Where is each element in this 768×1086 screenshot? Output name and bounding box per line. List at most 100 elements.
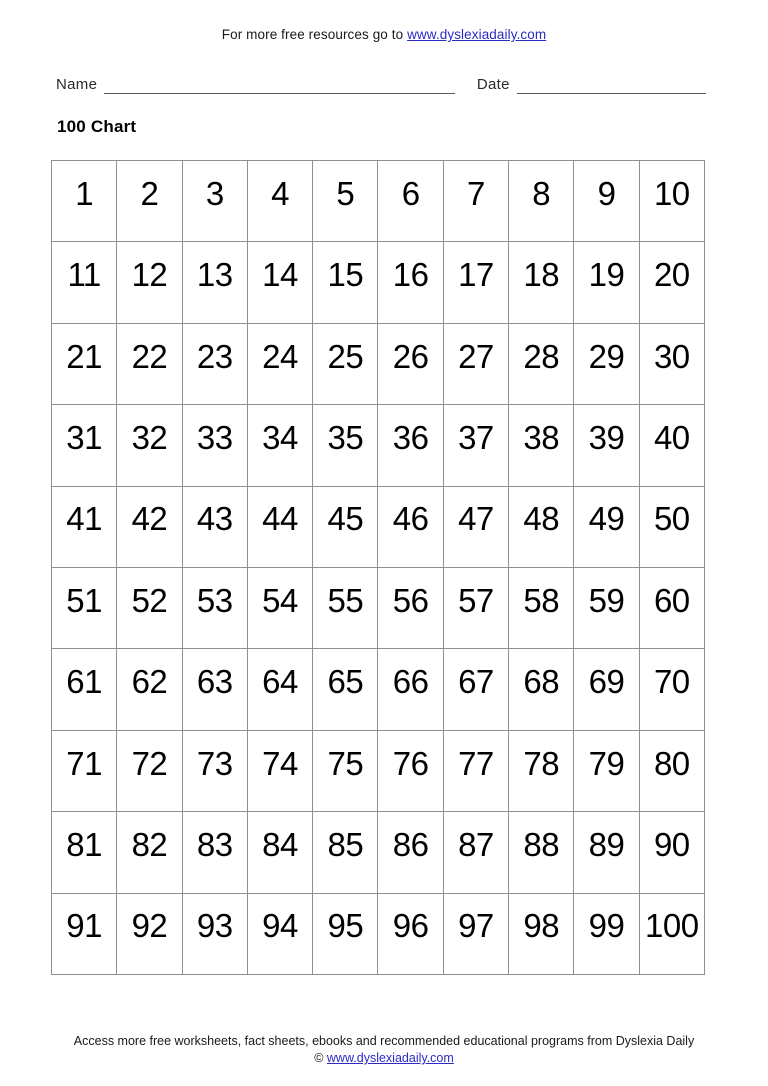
chart-cell[interactable]: 80 — [639, 730, 705, 813]
chart-cell[interactable]: 17 — [443, 242, 510, 324]
chart-cell[interactable]: 51 — [52, 568, 118, 650]
chart-cell[interactable]: 92 — [117, 893, 183, 976]
chart-cell[interactable]: 7 — [443, 161, 510, 243]
chart-cell[interactable]: 66 — [378, 649, 444, 731]
chart-cell[interactable]: 25 — [313, 323, 379, 406]
chart-cell[interactable]: 40 — [639, 405, 705, 487]
chart-cell[interactable]: 60 — [639, 568, 705, 650]
chart-cell[interactable]: 86 — [378, 812, 444, 894]
chart-cell[interactable]: 4 — [247, 161, 314, 243]
chart-cell[interactable]: 28 — [509, 323, 575, 406]
chart-cell[interactable]: 47 — [443, 486, 510, 569]
chart-cell[interactable]: 71 — [52, 730, 118, 813]
chart-cell[interactable]: 77 — [443, 730, 510, 813]
chart-cell[interactable]: 16 — [378, 242, 444, 324]
chart-cell[interactable]: 78 — [509, 730, 575, 813]
chart-cell[interactable]: 20 — [639, 242, 705, 324]
chart-cell[interactable]: 64 — [247, 649, 314, 731]
chart-cell[interactable]: 65 — [313, 649, 379, 731]
chart-cell[interactable]: 2 — [117, 161, 183, 243]
chart-cell[interactable]: 52 — [117, 568, 183, 650]
chart-cell[interactable]: 26 — [378, 323, 444, 406]
chart-cell[interactable]: 87 — [443, 812, 510, 894]
chart-cell[interactable]: 14 — [247, 242, 314, 324]
chart-cell[interactable]: 27 — [443, 323, 510, 406]
chart-cell[interactable]: 69 — [574, 649, 640, 731]
chart-cell[interactable]: 32 — [117, 405, 183, 487]
chart-cell[interactable]: 53 — [182, 568, 248, 650]
chart-cell[interactable]: 74 — [247, 730, 314, 813]
chart-cell[interactable]: 61 — [52, 649, 118, 731]
chart-cell[interactable]: 10 — [639, 161, 705, 243]
chart-cell[interactable]: 33 — [182, 405, 248, 487]
chart-cell[interactable]: 8 — [509, 161, 575, 243]
chart-cell[interactable]: 62 — [117, 649, 183, 731]
chart-cell[interactable]: 81 — [52, 812, 118, 894]
chart-cell[interactable]: 50 — [639, 486, 705, 569]
chart-cell[interactable]: 11 — [52, 242, 118, 324]
chart-cell[interactable]: 1 — [52, 161, 118, 243]
chart-cell[interactable]: 82 — [117, 812, 183, 894]
chart-cell[interactable]: 90 — [639, 812, 705, 894]
chart-cell[interactable]: 15 — [313, 242, 379, 324]
chart-cell[interactable]: 56 — [378, 568, 444, 650]
chart-cell[interactable]: 37 — [443, 405, 510, 487]
chart-cell[interactable]: 91 — [52, 893, 118, 976]
name-input-line[interactable] — [104, 79, 455, 94]
chart-cell[interactable]: 76 — [378, 730, 444, 813]
chart-cell[interactable]: 44 — [247, 486, 314, 569]
chart-cell[interactable]: 67 — [443, 649, 510, 731]
chart-cell[interactable]: 93 — [182, 893, 248, 976]
chart-cell[interactable]: 54 — [247, 568, 314, 650]
chart-cell[interactable]: 9 — [574, 161, 640, 243]
chart-cell[interactable]: 85 — [313, 812, 379, 894]
chart-cell[interactable]: 96 — [378, 893, 444, 976]
chart-cell[interactable]: 97 — [443, 893, 510, 976]
chart-cell[interactable]: 99 — [574, 893, 640, 976]
chart-cell[interactable]: 6 — [378, 161, 444, 243]
chart-cell[interactable]: 100 — [639, 893, 705, 976]
chart-cell[interactable]: 59 — [574, 568, 640, 650]
chart-cell[interactable]: 43 — [182, 486, 248, 569]
chart-cell[interactable]: 19 — [574, 242, 640, 324]
chart-cell[interactable]: 34 — [247, 405, 314, 487]
chart-cell[interactable]: 55 — [313, 568, 379, 650]
chart-cell[interactable]: 49 — [574, 486, 640, 569]
chart-cell[interactable]: 70 — [639, 649, 705, 731]
chart-cell[interactable]: 29 — [574, 323, 640, 406]
chart-cell[interactable]: 94 — [247, 893, 314, 976]
chart-cell[interactable]: 3 — [182, 161, 248, 243]
chart-cell[interactable]: 13 — [182, 242, 248, 324]
chart-cell[interactable]: 63 — [182, 649, 248, 731]
dyslexiadaily-link-header[interactable]: www.dyslexiadaily.com — [407, 27, 546, 42]
chart-cell[interactable]: 79 — [574, 730, 640, 813]
date-input-line[interactable] — [516, 79, 707, 94]
chart-cell[interactable]: 95 — [313, 893, 379, 976]
chart-cell[interactable]: 98 — [509, 893, 575, 976]
chart-cell[interactable]: 39 — [574, 405, 640, 487]
chart-cell[interactable]: 23 — [182, 323, 248, 406]
chart-cell[interactable]: 35 — [313, 405, 379, 487]
chart-cell[interactable]: 12 — [117, 242, 183, 324]
chart-cell[interactable]: 57 — [443, 568, 510, 650]
chart-cell[interactable]: 48 — [509, 486, 575, 569]
chart-cell[interactable]: 45 — [313, 486, 379, 569]
chart-cell[interactable]: 84 — [247, 812, 314, 894]
chart-cell[interactable]: 18 — [509, 242, 575, 324]
chart-cell[interactable]: 58 — [509, 568, 575, 650]
chart-cell[interactable]: 83 — [182, 812, 248, 894]
chart-cell[interactable]: 75 — [313, 730, 379, 813]
chart-cell[interactable]: 72 — [117, 730, 183, 813]
chart-cell[interactable]: 24 — [247, 323, 314, 406]
chart-cell[interactable]: 73 — [182, 730, 248, 813]
chart-cell[interactable]: 31 — [52, 405, 118, 487]
chart-cell[interactable]: 21 — [52, 323, 118, 406]
chart-cell[interactable]: 42 — [117, 486, 183, 569]
chart-cell[interactable]: 46 — [378, 486, 444, 569]
chart-cell[interactable]: 88 — [509, 812, 575, 894]
chart-cell[interactable]: 38 — [509, 405, 575, 487]
chart-cell[interactable]: 41 — [52, 486, 118, 569]
chart-cell[interactable]: 22 — [117, 323, 183, 406]
chart-cell[interactable]: 36 — [378, 405, 444, 487]
chart-cell[interactable]: 5 — [313, 161, 379, 243]
